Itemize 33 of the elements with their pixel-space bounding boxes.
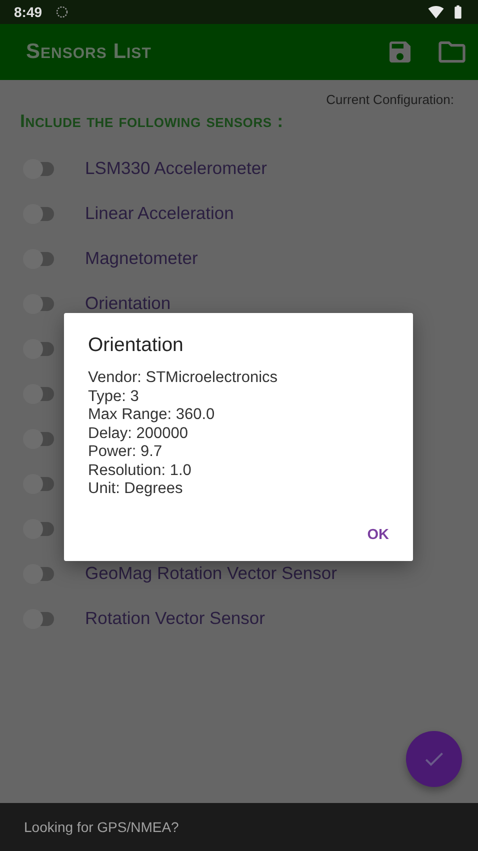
toggle-switch[interactable] — [24, 522, 54, 536]
dialog-text-line: Unit: Degrees — [88, 480, 184, 498]
spinner-icon — [56, 6, 68, 18]
toggle-switch[interactable] — [24, 206, 54, 220]
dialog-text-line: Vendor: STMicroelectronics — [88, 369, 279, 388]
toggle-switch[interactable] — [24, 342, 54, 356]
toggle-switch[interactable] — [24, 252, 54, 266]
app-title: Sensors List — [26, 40, 152, 64]
toggle-switch[interactable] — [24, 432, 54, 446]
dialog-text-line: Resolution: 1.0 — [88, 462, 192, 480]
section-heading: Include the following sensors : — [20, 111, 284, 132]
dialog-title: Orientation — [88, 334, 184, 357]
snackbar-message: Looking for GPS/NMEA? — [24, 819, 179, 835]
toggle-switch[interactable] — [24, 386, 54, 400]
dialog-text-line: Max Range: 360.0 — [88, 406, 216, 424]
sensor-label: GeoMag Rotation Vector Sensor — [85, 563, 337, 584]
sensor-label: Orientation — [85, 293, 171, 314]
dialog-text-line: Type: 3 — [88, 388, 140, 406]
toggle-switch[interactable] — [24, 612, 54, 626]
dialog-text-line: Power: 9.7 — [88, 443, 164, 462]
sensor-label: Magnetometer — [85, 248, 198, 269]
sensor-label: LSM330 Accelerometer — [85, 158, 267, 179]
sensor-label: Linear Acceleration — [85, 203, 234, 224]
current-configuration-label: Current Configuration: — [326, 92, 454, 107]
toggle-switch[interactable] — [24, 296, 54, 310]
dialog-text-line: Delay: 200000 — [88, 424, 189, 443]
status-time: 8:49 — [14, 4, 42, 20]
wifi-icon — [428, 4, 444, 20]
ok-button[interactable]: OK — [359, 520, 397, 548]
toggle-switch[interactable] — [24, 162, 54, 176]
toggle-switch[interactable] — [24, 566, 54, 580]
toggle-switch[interactable] — [24, 476, 54, 490]
sensor-label: Rotation Vector Sensor — [85, 608, 265, 629]
